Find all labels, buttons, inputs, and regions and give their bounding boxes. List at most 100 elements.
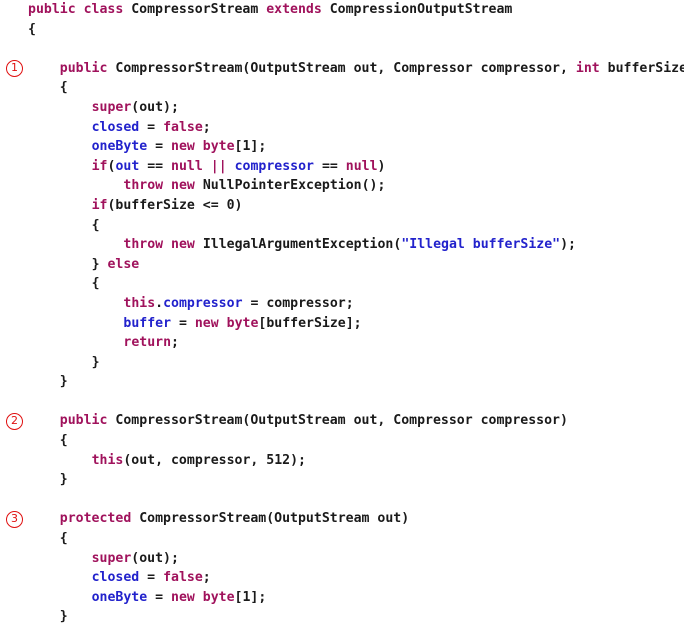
code-line: if(bufferSize <= 0) — [0, 196, 684, 216]
code-token: closed — [91, 119, 140, 135]
code-token: byte — [202, 139, 235, 155]
code-line: } — [0, 372, 684, 392]
code-token: bufferSize) — [607, 60, 684, 76]
code-token: oneByte — [91, 139, 148, 155]
code-token: new — [171, 139, 195, 155]
code-line: closed = false; — [0, 118, 684, 138]
code-token: throw — [123, 178, 164, 194]
code-token: CompressorStream(OutputStream out, Compr… — [107, 413, 568, 429]
code-token: this — [123, 295, 156, 311]
code-token: . — [155, 295, 164, 311]
code-token: = — [147, 139, 171, 155]
code-token: ) — [377, 158, 386, 174]
code-token: = — [139, 570, 164, 586]
code-token: new — [171, 589, 195, 605]
code-line: super(out); — [0, 98, 684, 118]
code-line: oneByte = new byte[1]; — [0, 137, 684, 157]
code-listing: public class CompressorStream extends Co… — [0, 0, 684, 624]
code-token: = compressor; — [242, 295, 354, 311]
code-line: closed = false; — [0, 568, 684, 588]
code-line: this.compressor = compressor; — [0, 294, 684, 314]
code-line: { — [0, 274, 684, 294]
code-line: } — [0, 470, 684, 490]
code-token: else — [107, 256, 140, 272]
code-token: "Illegal bufferSize" — [401, 237, 561, 253]
code-line: this(out, compressor, 512); — [0, 451, 684, 471]
code-token: { — [91, 217, 100, 233]
code-token: null — [345, 158, 378, 174]
code-line: { — [0, 431, 684, 451]
code-token: out — [115, 158, 140, 174]
code-token: CompressorStream(OutputStream out) — [131, 511, 410, 527]
code-line: throw new NullPointerException(); — [0, 176, 684, 196]
code-token: public — [59, 60, 108, 76]
code-token: = — [171, 315, 195, 331]
code-token: return — [123, 335, 172, 351]
code-token: } — [91, 256, 108, 272]
code-token: = — [139, 119, 164, 135]
code-token: ; — [202, 119, 211, 135]
code-line: } — [0, 353, 684, 373]
code-token: new — [194, 315, 219, 331]
code-token: IllegalArgumentException( — [194, 237, 402, 253]
code-token: CompressionOutputStream — [321, 2, 513, 17]
code-token: (out); — [131, 99, 179, 115]
code-token: } — [59, 374, 68, 390]
code-token: if — [91, 158, 108, 174]
code-token: == — [139, 158, 172, 174]
code-line: } else — [0, 255, 684, 275]
code-token: { — [28, 21, 36, 37]
code-token: ); — [560, 237, 576, 253]
code-line: { — [0, 78, 684, 98]
code-token: throw — [123, 237, 164, 253]
code-token: if — [91, 197, 108, 213]
code-token: [bufferSize]; — [258, 315, 362, 331]
code-token: { — [59, 531, 68, 547]
code-token: byte — [202, 589, 235, 605]
code-token: } — [91, 354, 100, 370]
code-token: byte — [226, 315, 259, 331]
code-token: int — [575, 60, 600, 76]
code-token: [1]; — [234, 139, 267, 155]
code-token: { — [91, 276, 100, 292]
code-token: compressor — [163, 295, 243, 311]
code-token: protected — [59, 511, 132, 527]
code-line: return; — [0, 333, 684, 353]
code-line: { — [0, 20, 684, 40]
code-token: CompressorStream(OutputStream out, Compr… — [107, 60, 576, 76]
code-line: super(out); — [0, 549, 684, 569]
code-line: protected CompressorStream(OutputStream … — [0, 509, 684, 529]
code-token: { — [59, 433, 68, 449]
code-token: new — [171, 178, 195, 194]
code-token: oneByte — [91, 589, 148, 605]
code-line: } — [0, 607, 684, 627]
code-token: compressor — [234, 158, 314, 174]
code-token: public — [28, 2, 76, 17]
code-token: class — [83, 2, 124, 17]
code-token: [1]; — [234, 589, 267, 605]
code-token: } — [59, 609, 68, 625]
code-token: NullPointerException(); — [194, 178, 386, 194]
code-token: extends — [266, 2, 322, 17]
code-token: = — [147, 589, 171, 605]
code-token: false — [163, 119, 203, 135]
code-line: { — [0, 216, 684, 236]
code-token: { — [59, 80, 68, 96]
code-token: super — [91, 99, 132, 115]
code-token: (bufferSize <= 0) — [107, 197, 243, 213]
code-line: if(out == null || compressor == null) — [0, 157, 684, 177]
code-token: null — [171, 158, 203, 174]
code-line: { — [0, 529, 684, 549]
code-line: public CompressorStream(OutputStream out… — [0, 59, 684, 79]
code-token: CompressorStream — [123, 2, 267, 17]
code-token: ; — [171, 335, 179, 351]
code-token: (out, compressor, 512); — [123, 452, 306, 468]
